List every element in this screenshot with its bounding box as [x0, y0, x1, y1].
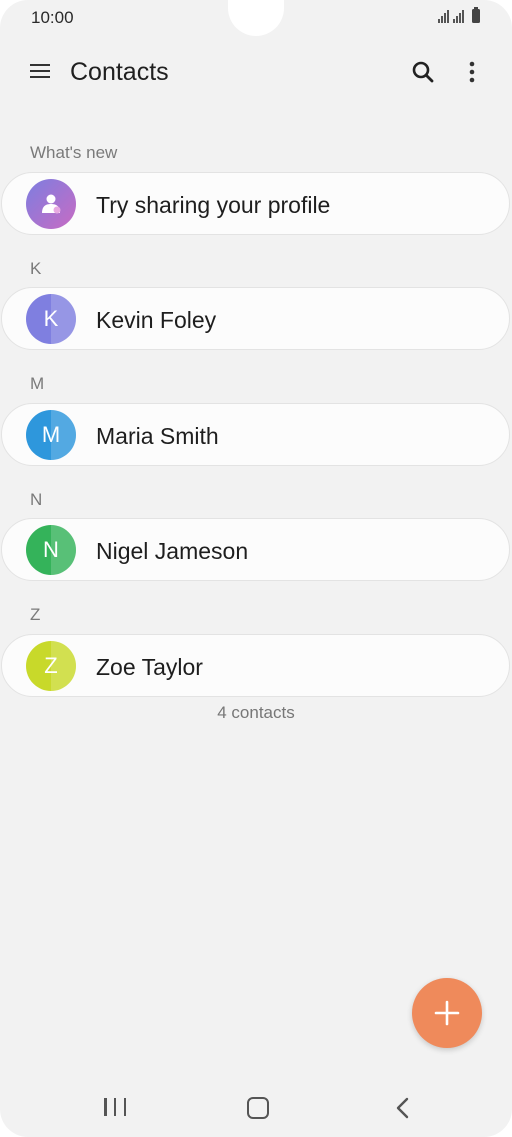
- section-header-k: K: [30, 259, 42, 278]
- navigation-bar: [0, 1080, 512, 1136]
- contact-count: 4 contacts: [217, 703, 295, 722]
- status-icons: [438, 7, 480, 23]
- avatar: K: [26, 294, 76, 344]
- avatar: Z: [26, 641, 76, 691]
- contact-name: Nigel Jameson: [96, 538, 249, 564]
- avatar: N: [26, 525, 76, 575]
- page-title: Contacts: [70, 58, 169, 86]
- add-contact-button[interactable]: [412, 978, 482, 1048]
- more-options-icon[interactable]: [462, 58, 482, 86]
- camera-notch: [228, 0, 284, 36]
- phone-screen: 10:00 Contacts What's new Try sharing yo…: [0, 0, 512, 1137]
- profile-share-icon: [42, 194, 61, 214]
- contact-item-maria-smith[interactable]: M Maria Smith: [1, 403, 510, 466]
- contact-name: Zoe Taylor: [96, 654, 203, 680]
- back-icon[interactable]: [393, 1096, 413, 1120]
- section-header-z: Z: [30, 605, 41, 624]
- app-bar: Contacts: [0, 48, 512, 96]
- home-icon[interactable]: [247, 1097, 269, 1119]
- share-profile-card[interactable]: Try sharing your profile: [1, 172, 510, 235]
- menu-icon[interactable]: [30, 60, 50, 82]
- signal-icon-2: [453, 9, 464, 23]
- profile-avatar: [26, 179, 76, 229]
- recents-icon[interactable]: [104, 1098, 126, 1118]
- section-header-whats-new: What's new: [30, 143, 118, 162]
- section-header-m: M: [30, 374, 45, 393]
- plus-icon: [434, 1000, 460, 1026]
- signal-icon: [438, 9, 449, 23]
- battery-icon: [472, 7, 480, 23]
- contact-name: Maria Smith: [96, 423, 219, 449]
- contact-item-zoe-taylor[interactable]: Z Zoe Taylor: [1, 634, 510, 697]
- search-icon[interactable]: [411, 60, 435, 84]
- status-time: 10:00: [31, 8, 74, 27]
- avatar: M: [26, 410, 76, 460]
- contact-item-nigel-jameson[interactable]: N Nigel Jameson: [1, 518, 510, 581]
- contact-item-kevin-foley[interactable]: K Kevin Foley: [1, 287, 510, 350]
- section-header-n: N: [30, 490, 43, 509]
- contact-name: Kevin Foley: [96, 307, 217, 333]
- share-profile-label: Try sharing your profile: [96, 192, 331, 218]
